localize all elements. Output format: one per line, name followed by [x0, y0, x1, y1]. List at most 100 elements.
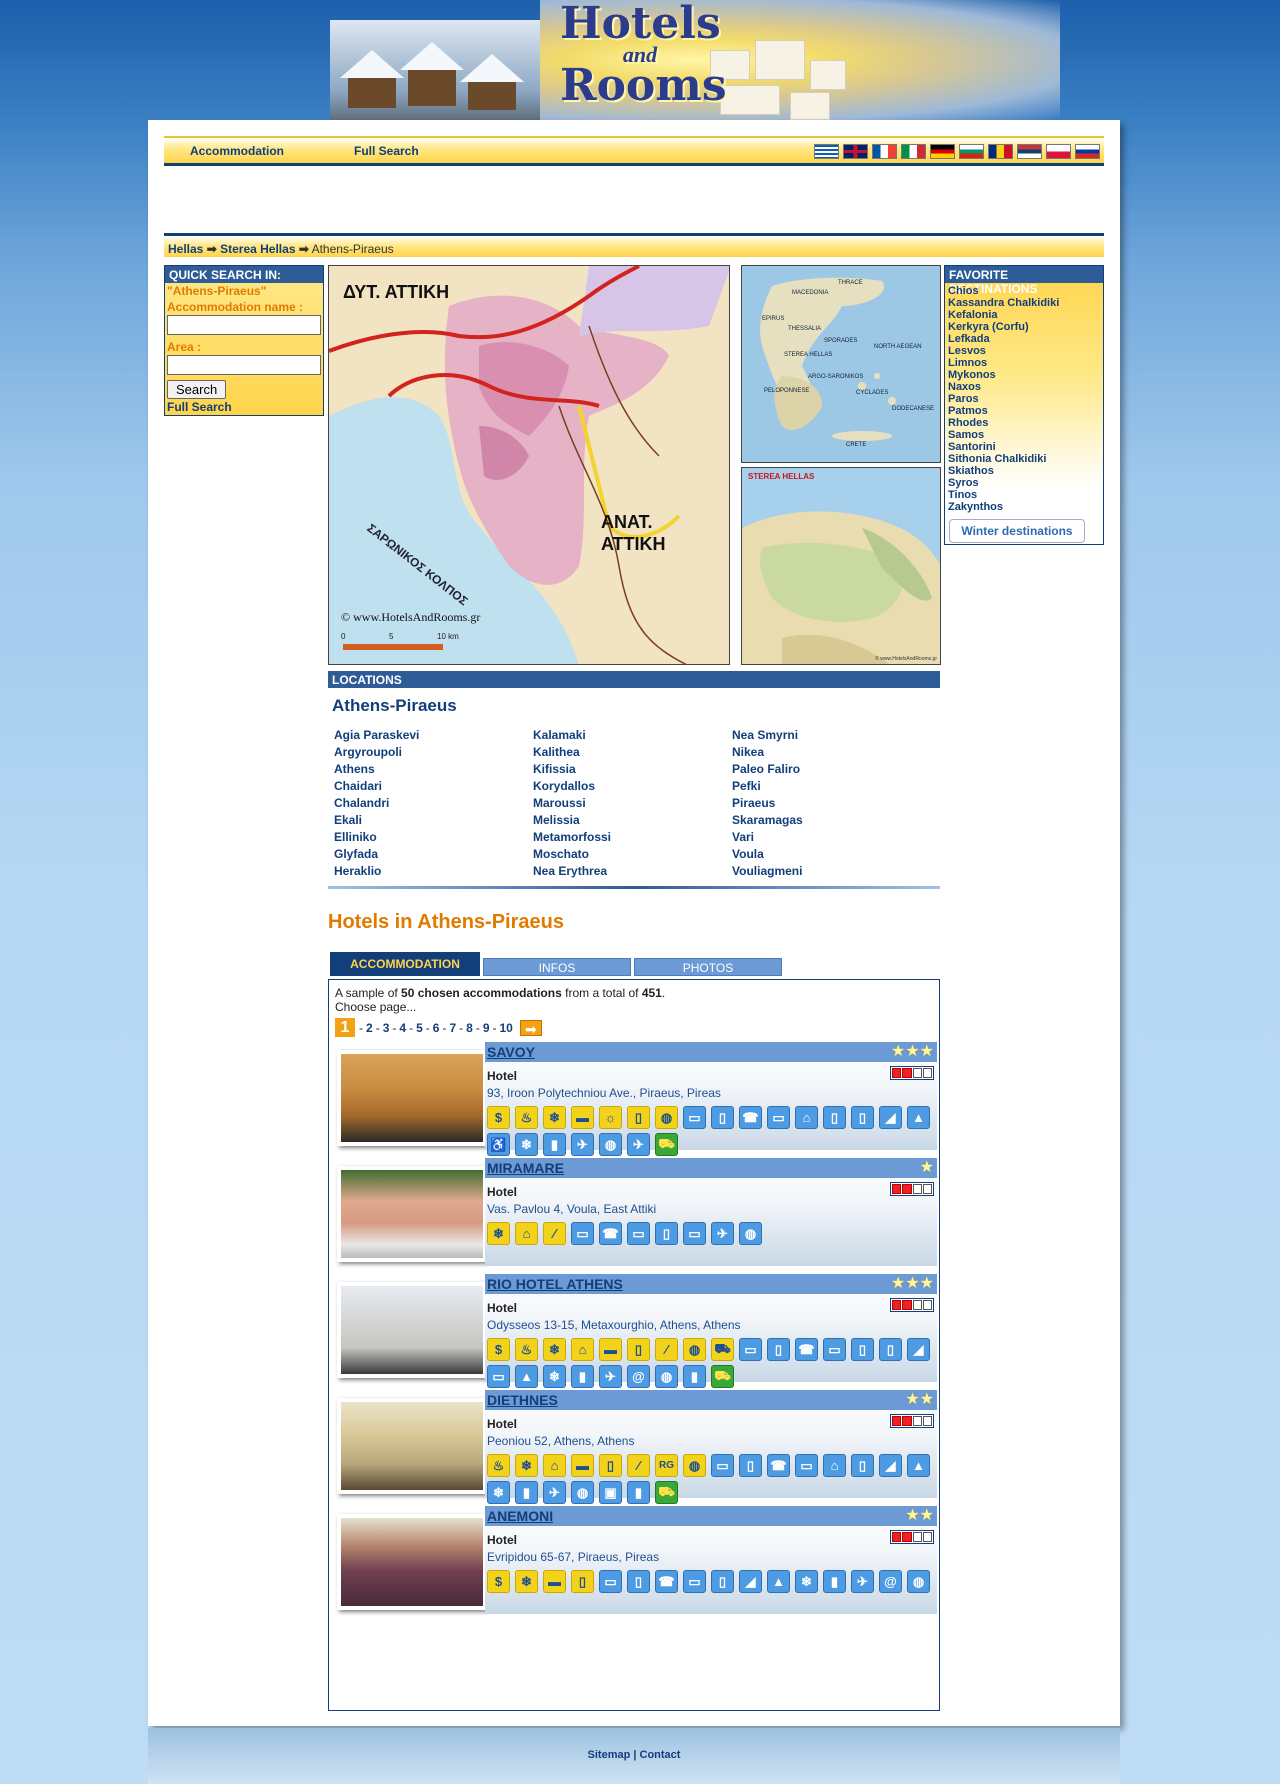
winter-destinations-button[interactable]: Winter destinations [949, 519, 1085, 543]
favorite-link[interactable]: Tinos [948, 489, 977, 501]
location-link[interactable]: Kifissia [533, 761, 732, 778]
favorite-link[interactable]: Kefalonia [948, 309, 998, 321]
greek-flag[interactable] [814, 144, 839, 159]
location-link[interactable]: Athens [334, 761, 533, 778]
athens-piraeus-map[interactable]: ΔΥΤ. ΑΤΤΙΚΗ ΑΝΑΤ. ΑΤΤΙΚΗ ΣΑΡΩΝΙΚΟΣ ΚΟΛΠΟ… [328, 265, 730, 665]
hotel-photo[interactable] [337, 1166, 487, 1262]
page-link[interactable]: 4 [399, 1021, 406, 1035]
favorite-link[interactable]: Kassandra Chalkidiki [948, 297, 1059, 309]
location-link[interactable]: Nea Erythrea [533, 863, 732, 880]
favorite-link[interactable]: Mykonos [948, 369, 996, 381]
hotel-name-link[interactable]: RIO HOTEL ATHENS [487, 1276, 623, 1292]
site-logo[interactable]: Hotels and Rooms [560, 2, 727, 108]
hotel-photo[interactable] [337, 1050, 487, 1146]
greece-map[interactable]: THRACE MACEDONIA EPIRUS THESSALIA SPORAD… [741, 265, 941, 463]
page-link[interactable]: 2 [366, 1021, 373, 1035]
favorite-link[interactable]: Lesvos [948, 345, 986, 357]
search-button[interactable]: Search [167, 380, 227, 399]
location-link[interactable]: Nea Smyrni [732, 727, 931, 744]
french-flag[interactable] [872, 144, 897, 159]
tab-accommodation[interactable]: ACCOMMODATION [330, 952, 480, 976]
location-link[interactable]: Maroussi [533, 795, 732, 812]
favorite-link[interactable]: Syros [948, 477, 979, 489]
breadcrumb-sterea-hellas[interactable]: Sterea Hellas [220, 242, 295, 256]
favorite-link[interactable]: Samos [948, 429, 984, 441]
location-link[interactable]: Chaidari [334, 778, 533, 795]
tab-photos[interactable]: PHOTOS [634, 958, 782, 976]
favorite-link[interactable]: Lefkada [948, 333, 990, 345]
next-arrow-icon[interactable]: ➡ [519, 1019, 542, 1037]
location-link[interactable]: Ekali [334, 812, 533, 829]
serbian-flag[interactable] [1017, 144, 1042, 159]
location-link[interactable]: Melissia [533, 812, 732, 829]
location-link[interactable]: Korydallos [533, 778, 732, 795]
hotel-details: MIRAMARE ★ Hotel Vas. Pavlou 4, Voula, East… [485, 1158, 937, 1266]
location-link[interactable]: Chalandri [334, 795, 533, 812]
location-link[interactable]: Metamorfossi [533, 829, 732, 846]
hotel-photo[interactable] [337, 1282, 487, 1378]
favorite-link[interactable]: Naxos [948, 381, 981, 393]
favorite-link[interactable]: Skiathos [948, 465, 994, 477]
romanian-flag[interactable] [988, 144, 1013, 159]
favorite-link[interactable]: Kerkyra (Corfu) [948, 321, 1029, 333]
nav-full-search[interactable]: Full Search [354, 144, 419, 158]
amenity-icon: ▯ [851, 1338, 874, 1361]
breadcrumb-current: Athens-Piraeus [311, 242, 394, 256]
page-link[interactable]: 3 [383, 1021, 390, 1035]
page-link[interactable]: 7 [449, 1021, 456, 1035]
favorite-link[interactable]: Limnos [948, 357, 987, 369]
hotel-name-link[interactable]: ANEMONI [487, 1508, 553, 1524]
location-link[interactable]: Moschato [533, 846, 732, 863]
page-link[interactable]: 8 [466, 1021, 473, 1035]
contact-link[interactable]: Contact [640, 1749, 681, 1761]
page-link[interactable]: 9 [483, 1021, 490, 1035]
favorite-link[interactable]: Sithonia Chalkidiki [948, 453, 1046, 465]
italian-flag[interactable] [901, 144, 926, 159]
accommodation-name-input[interactable] [167, 315, 321, 335]
hotel-address: 93, Iroon Polytechniou Ave., Piraeus, Pi… [487, 1086, 721, 1100]
german-flag[interactable] [930, 144, 955, 159]
location-link[interactable]: Kalamaki [533, 727, 732, 744]
hotel-name-link[interactable]: MIRAMARE [487, 1160, 564, 1176]
page-link[interactable]: 5 [416, 1021, 423, 1035]
location-link[interactable]: Paleo Faliro [732, 761, 931, 778]
favorite-link[interactable]: Rhodes [948, 417, 988, 429]
english-flag[interactable] [843, 144, 868, 159]
russian-flag[interactable] [1075, 144, 1100, 159]
locations-divider [328, 886, 940, 889]
location-link[interactable]: Kalithea [533, 744, 732, 761]
page-link[interactable]: 6 [433, 1021, 440, 1035]
area-input[interactable] [167, 355, 321, 375]
location-link[interactable]: Heraklio [334, 863, 533, 880]
hotel-photo[interactable] [337, 1514, 487, 1610]
location-link[interactable]: Skaramagas [732, 812, 931, 829]
favorite-link[interactable]: Santorini [948, 441, 996, 453]
bulgarian-flag[interactable] [959, 144, 984, 159]
hotel-name-link[interactable]: SAVOY [487, 1044, 535, 1060]
favorite-link[interactable]: Zakynthos [948, 501, 1003, 513]
location-link[interactable]: Nikea [732, 744, 931, 761]
location-link[interactable]: Vari [732, 829, 931, 846]
nav-accommodation[interactable]: Accommodation [190, 144, 284, 158]
page-link[interactable]: 10 [500, 1021, 513, 1035]
favorite-link[interactable]: Paros [948, 393, 979, 405]
location-link[interactable]: Agia Paraskevi [334, 727, 533, 744]
hotel-photo[interactable] [337, 1398, 487, 1494]
location-link[interactable]: Vouliagmeni [732, 863, 931, 880]
amenity-icon: ⌂ [823, 1454, 846, 1477]
full-search-link[interactable]: Full Search [165, 400, 323, 414]
tab-infos[interactable]: INFOS [483, 958, 631, 976]
location-link[interactable]: Glyfada [334, 846, 533, 863]
sterea-hellas-map[interactable]: STEREA HELLAS © www.HotelsAndRooms.gr [741, 467, 941, 665]
favorite-link[interactable]: Patmos [948, 405, 988, 417]
favorite-link[interactable]: Chios [948, 285, 979, 297]
location-link[interactable]: Argyroupoli [334, 744, 533, 761]
location-link[interactable]: Elliniko [334, 829, 533, 846]
polish-flag[interactable] [1046, 144, 1071, 159]
breadcrumb-hellas[interactable]: Hellas [168, 242, 203, 256]
location-link[interactable]: Pefki [732, 778, 931, 795]
sitemap-link[interactable]: Sitemap [588, 1749, 631, 1761]
hotel-name-link[interactable]: DIETHNES [487, 1392, 558, 1408]
location-link[interactable]: Piraeus [732, 795, 931, 812]
location-link[interactable]: Voula [732, 846, 931, 863]
